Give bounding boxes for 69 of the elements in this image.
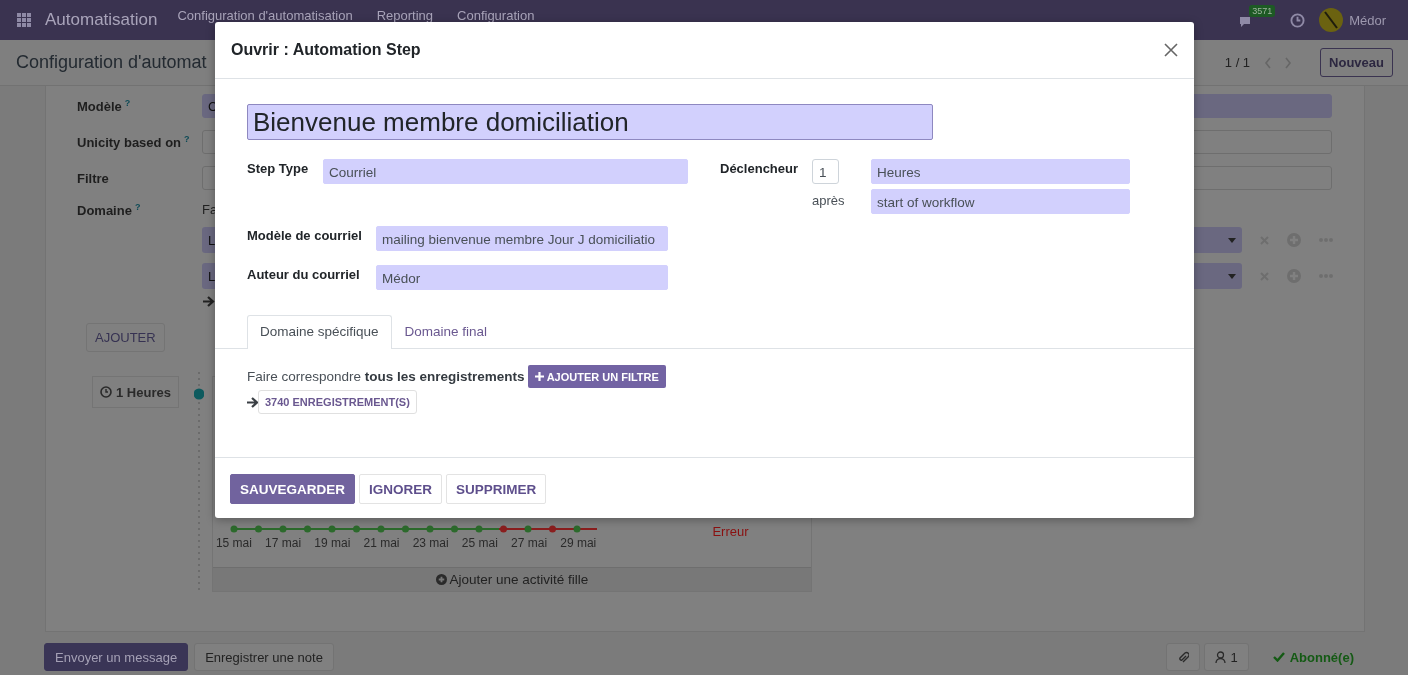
next-icon[interactable]	[1284, 56, 1293, 69]
clock-icon	[100, 386, 112, 398]
paperclip-icon	[1177, 650, 1190, 664]
help-icon[interactable]: ?	[134, 202, 141, 212]
axis-label: 21 mai	[363, 536, 401, 550]
pager-value[interactable]: 1 / 1	[1224, 55, 1251, 70]
message-count-badge: 3571	[1249, 5, 1276, 17]
tab[interactable]: Domaine final	[391, 315, 501, 349]
input-field[interactable]: Courriel	[323, 159, 688, 184]
axis-label: 17 mai	[265, 536, 303, 550]
axis-label: 19 mai	[314, 536, 352, 550]
person-icon	[1215, 651, 1227, 663]
reference-field[interactable]: start of workflow	[871, 189, 1130, 214]
field-label: Domaine $^{?}$	[77, 202, 142, 219]
arrow-right-icon	[203, 296, 215, 307]
followers-button[interactable]: 1	[1204, 643, 1249, 671]
previous-icon[interactable]	[1264, 56, 1273, 69]
axis-label: 27 mai	[511, 536, 549, 550]
app-name[interactable]: Automatisation	[45, 10, 158, 30]
plus-circle-icon	[435, 574, 447, 585]
add-child-button[interactable]: Ajouter une activité fille	[212, 567, 811, 591]
arrow-right-icon	[247, 396, 259, 408]
add-button[interactable]: AJOUTER	[86, 323, 165, 352]
check-icon	[1272, 652, 1285, 662]
number-field[interactable]: 1	[812, 159, 839, 184]
records-button[interactable]: 3740 ENREGISTREMENT(S)	[258, 390, 417, 414]
add-filter-button[interactable]: AJOUTER UN FILTRE	[527, 365, 666, 388]
breadcrumb-title: Configuration d'automat	[16, 52, 207, 73]
help-icon[interactable]: ?	[124, 97, 131, 108]
input-field[interactable]: mailing bienvenue membre Jour J domiciliatio	[376, 226, 668, 251]
axis-label: 29 mai	[560, 536, 598, 550]
domain-description: Faire correspondre tous les enregistrements	[247, 369, 525, 384]
dialog-button[interactable]: SAUVEGARDER	[230, 474, 355, 504]
field-label: Modèle de courriel	[247, 227, 363, 243]
help-icon[interactable]: ?	[184, 133, 190, 144]
axis-label: 25 mai	[461, 536, 499, 550]
avatar-icon[interactable]	[1319, 8, 1344, 32]
plus-icon	[534, 372, 544, 381]
apps-menu-icon[interactable]	[17, 13, 31, 27]
field-label: Auteur du courriel	[247, 266, 361, 282]
log-note-button[interactable]: Enregistrer une note	[194, 643, 334, 671]
axis-label: 23 mai	[412, 536, 450, 550]
new-button[interactable]: Nouveau	[1320, 48, 1393, 77]
status-text: Erreur	[712, 524, 749, 539]
field-label: Modèle $^{?}$	[77, 97, 132, 115]
caret-icon[interactable]	[1228, 273, 1236, 279]
dialog-title: Ouvrir : Automation Step	[231, 41, 421, 59]
name-field[interactable]: Bienvenue membre domiciliation	[247, 104, 933, 140]
dialog-button[interactable]: SUPPRIMER	[446, 474, 547, 504]
field-label: Step Type	[247, 160, 310, 176]
menu-item[interactable]: Reporting	[376, 7, 434, 23]
field-label: Filtre	[77, 170, 110, 186]
close-icon[interactable]	[1164, 43, 1178, 57]
axis-label: 15 mai	[215, 536, 253, 550]
dialog-button[interactable]: IGNORER	[359, 474, 443, 504]
menu-item[interactable]: Configuration d'automatisation	[177, 7, 353, 23]
menu-item[interactable]: Configuration	[457, 7, 535, 23]
caret-icon[interactable]	[1228, 237, 1236, 243]
user-name[interactable]: Médor	[1349, 12, 1386, 28]
clock-icon[interactable]	[1290, 12, 1306, 28]
input-field[interactable]: Médor	[376, 265, 668, 290]
delay-button[interactable]: 1 Heures	[92, 376, 179, 408]
send-message-button[interactable]: Envoyer un message	[44, 643, 189, 671]
field-label: Déclencheur	[720, 160, 800, 178]
unit-field[interactable]: Heures	[871, 159, 1130, 184]
attachment-button[interactable]	[1166, 643, 1201, 671]
tab[interactable]: Domaine spécifique	[247, 315, 392, 349]
field-label: après	[812, 192, 846, 210]
field-label: Unicity based on $^{?}$	[77, 133, 191, 151]
